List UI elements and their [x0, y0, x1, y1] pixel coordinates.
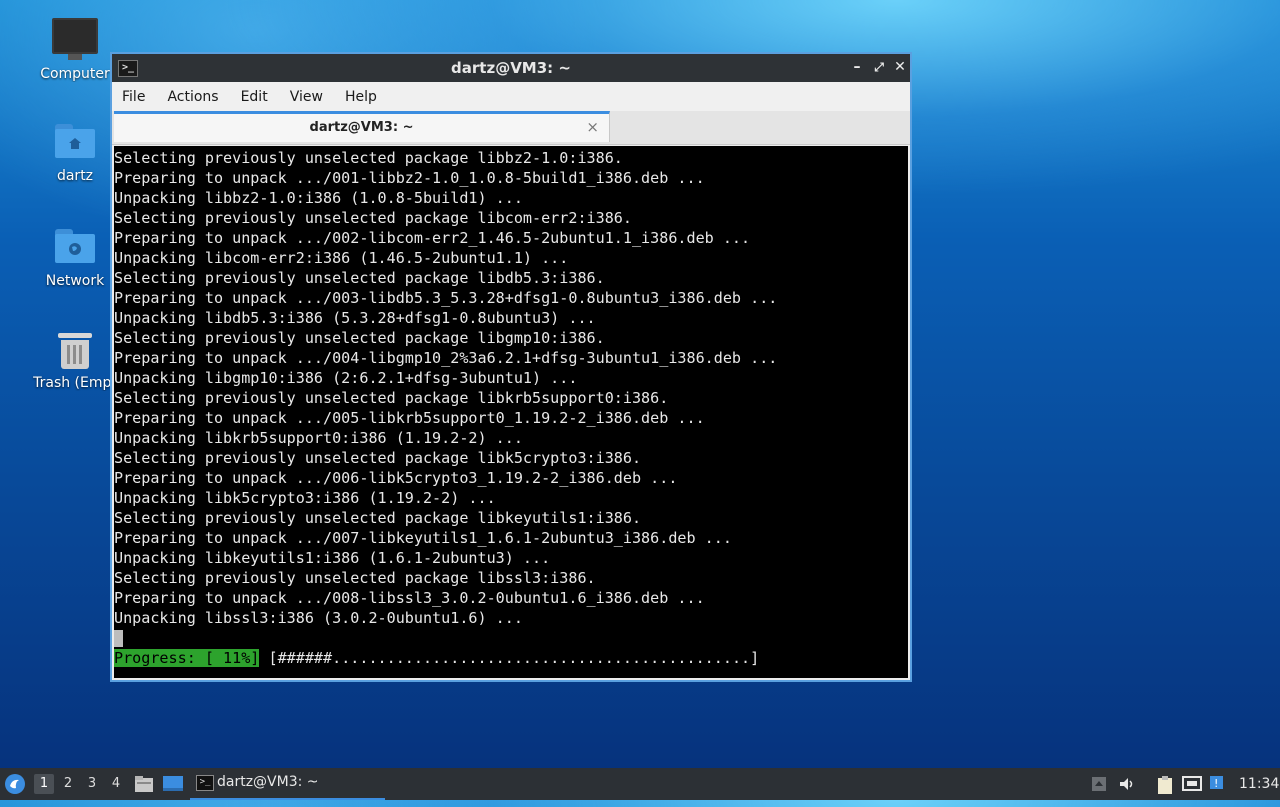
taskbar-task-terminal[interactable]: >_ dartz@VM3: ~ — [190, 768, 385, 800]
maximize-icon[interactable]: ⤢ — [870, 58, 888, 76]
computer-icon — [52, 18, 98, 60]
desktop-icon-home[interactable]: dartz — [29, 124, 121, 184]
progress-bar: [######.................................… — [259, 649, 760, 667]
terminal-line: Selecting previously unselected package … — [114, 329, 605, 347]
workspace-2[interactable]: 2 — [58, 774, 78, 794]
close-icon[interactable]: ✕ — [891, 58, 909, 76]
desktop-icon-label: Trash (Empt — [33, 375, 117, 391]
terminal-line: Selecting previously unselected package … — [114, 269, 605, 287]
menu-actions[interactable]: Actions — [167, 89, 218, 105]
start-menu-button[interactable] — [4, 768, 28, 800]
terminal-line: Unpacking libcom-err2:i386 (1.46.5-2ubun… — [114, 249, 569, 267]
notification-icon[interactable]: ! — [1208, 775, 1226, 793]
window-title: dartz@VM3: ~ — [451, 59, 571, 77]
clock[interactable]: 11:34 — [1239, 768, 1279, 800]
terminal-line: Preparing to unpack .../004-libgmp10_2%3… — [114, 349, 778, 367]
tab-bar: dartz@VM3: ~ × — [112, 111, 910, 145]
desktop-icon-label: dartz — [56, 168, 94, 184]
desktop-icon-label: Computer — [40, 66, 110, 82]
trash-icon — [58, 331, 92, 369]
file-manager-icon — [135, 776, 153, 792]
show-desktop-button[interactable] — [162, 768, 184, 800]
lubuntu-logo-icon — [5, 774, 25, 794]
terminal-line: Selecting previously unselected package … — [114, 389, 669, 407]
terminal-line: Preparing to unpack .../003-libdb5.3_5.3… — [114, 289, 778, 307]
terminal-line: Selecting previously unselected package … — [114, 209, 632, 227]
terminal-line: Preparing to unpack .../002-libcom-err2_… — [114, 229, 751, 247]
home-folder-icon — [55, 124, 95, 158]
terminal-line: Selecting previously unselected package … — [114, 509, 642, 527]
file-manager-launcher[interactable] — [134, 768, 154, 800]
terminal-line: Preparing to unpack .../005-libkrb5suppo… — [114, 409, 705, 427]
volume-icon[interactable] — [1118, 775, 1136, 793]
svg-text:!: ! — [1214, 777, 1218, 790]
terminal-line: Unpacking libdb5.3:i386 (5.3.28+dfsg1-0.… — [114, 309, 596, 327]
menu-file[interactable]: File — [122, 89, 145, 105]
minimize-icon[interactable]: – — [848, 58, 866, 76]
terminal-line: Unpacking libkrb5support0:i386 (1.19.2-2… — [114, 429, 523, 447]
menu-help[interactable]: Help — [345, 89, 377, 105]
terminal-line: Preparing to unpack .../008-libssl3_3.0.… — [114, 589, 705, 607]
clipboard-icon[interactable] — [1156, 775, 1174, 794]
terminal-line: Selecting previously unselected package … — [114, 449, 642, 467]
network-icon[interactable] — [1182, 775, 1202, 793]
tab-terminal[interactable]: dartz@VM3: ~ × — [114, 111, 610, 142]
terminal-line: Unpacking libgmp10:i386 (2:6.2.1+dfsg-3u… — [114, 369, 578, 387]
desktop-icon-trash[interactable]: Trash (Empt — [29, 331, 121, 391]
tray-expand-icon[interactable] — [1090, 775, 1108, 793]
terminal-line: Unpacking libssl3:i386 (3.0.2-0ubuntu1.6… — [114, 609, 523, 627]
terminal-output[interactable]: Selecting previously unselected package … — [114, 146, 908, 678]
tab-title: dartz@VM3: ~ — [309, 120, 414, 135]
workspace-1[interactable]: 1 — [34, 774, 54, 794]
terminal-line: Selecting previously unselected package … — [114, 569, 596, 587]
terminal-line: Preparing to unpack .../001-libbz2-1.0_1… — [114, 169, 705, 187]
tab-close-icon[interactable]: × — [586, 118, 599, 136]
terminal-line: Unpacking libbz2-1.0:i386 (1.0.8-5build1… — [114, 189, 523, 207]
terminal-cursor — [114, 630, 123, 647]
terminal-line: Selecting previously unselected package … — [114, 149, 623, 167]
workspace-4[interactable]: 4 — [106, 774, 126, 794]
menu-edit[interactable]: Edit — [241, 89, 268, 105]
workspace-3[interactable]: 3 — [82, 774, 102, 794]
taskbar: 1 2 3 4 >_ dartz@VM3: ~ ! 11:34 — [0, 768, 1280, 800]
terminal-line: Preparing to unpack .../006-libk5crypto3… — [114, 469, 678, 487]
terminal-line: Unpacking libk5crypto3:i386 (1.19.2-2) .… — [114, 489, 496, 507]
menu-bar: File Actions Edit View Help — [112, 82, 910, 111]
menu-view[interactable]: View — [290, 89, 323, 105]
terminal-line: Unpacking libkeyutils1:i386 (1.6.1-2ubun… — [114, 549, 551, 567]
terminal-cursor-line — [114, 628, 908, 648]
progress-line: Progress: [ 11%] [######................… — [114, 648, 908, 668]
network-folder-icon — [55, 229, 95, 263]
terminal-window[interactable]: >_ dartz@VM3: ~ – ⤢ ✕ File Actions Edit … — [110, 52, 912, 682]
terminal-task-icon: >_ — [196, 775, 214, 791]
terminal-line: Preparing to unpack .../007-libkeyutils1… — [114, 529, 732, 547]
desktop-icon — [163, 776, 183, 791]
progress-label: Progress: [ 11%] — [114, 649, 260, 667]
desktop-icon-computer[interactable]: Computer — [29, 18, 121, 82]
desktop-icon-label: Network — [45, 273, 105, 289]
window-titlebar[interactable]: >_ dartz@VM3: ~ – ⤢ ✕ — [112, 54, 910, 82]
terminal-lines: Selecting previously unselected package … — [114, 146, 908, 628]
desktop-icon-network[interactable]: Network — [29, 229, 121, 289]
task-label: dartz@VM3: ~ — [217, 774, 319, 790]
